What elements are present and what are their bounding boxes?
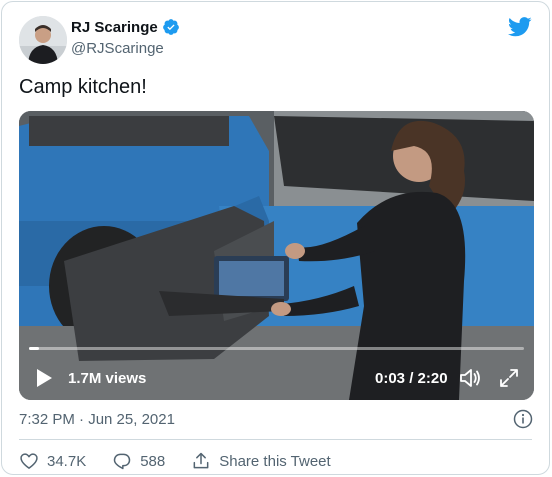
avatar-photo	[19, 16, 67, 64]
video-frame	[19, 111, 534, 400]
view-count: 1.7M views	[68, 370, 147, 387]
share-label: Share this Tweet	[219, 452, 331, 470]
tweet-actions: 34.7K 588 Share this Tweet	[19, 450, 357, 472]
author-name-row[interactable]: RJ Scaringe	[71, 18, 180, 36]
reply-count: 588	[140, 452, 166, 470]
author-name[interactable]: RJ Scaringe	[71, 19, 158, 36]
volume-icon[interactable]	[458, 367, 482, 389]
like-count: 34.7K	[47, 452, 87, 470]
video-player[interactable]: 1.7M views 0:03 / 2:20	[19, 111, 534, 400]
play-icon[interactable]	[35, 368, 53, 388]
tweet-timestamp[interactable]: 7:32 PM · Jun 25, 2021	[19, 411, 175, 428]
video-progress-bar[interactable]	[29, 347, 524, 350]
reply-button[interactable]: 588	[112, 451, 165, 471]
video-progress-fill	[29, 347, 39, 350]
fullscreen-icon[interactable]	[498, 367, 520, 389]
heart-icon	[20, 453, 38, 469]
avatar[interactable]	[19, 16, 67, 64]
author-handle[interactable]: @RJScaringe	[71, 40, 164, 57]
tweet-card[interactable]: RJ Scaringe @RJScaringe Camp kitchen! 1.…	[1, 1, 550, 475]
share-icon	[193, 452, 209, 469]
verified-badge-icon	[162, 19, 179, 35]
share-button[interactable]: Share this Tweet	[191, 451, 331, 471]
video-time: 0:03 / 2:20	[375, 370, 448, 387]
reply-bubble-icon	[113, 453, 131, 470]
like-button[interactable]: 34.7K	[19, 451, 86, 471]
info-icon[interactable]	[513, 409, 533, 429]
twitter-bird-icon[interactable]	[508, 17, 532, 37]
tweet-text: Camp kitchen!	[19, 76, 147, 98]
divider	[19, 439, 532, 440]
